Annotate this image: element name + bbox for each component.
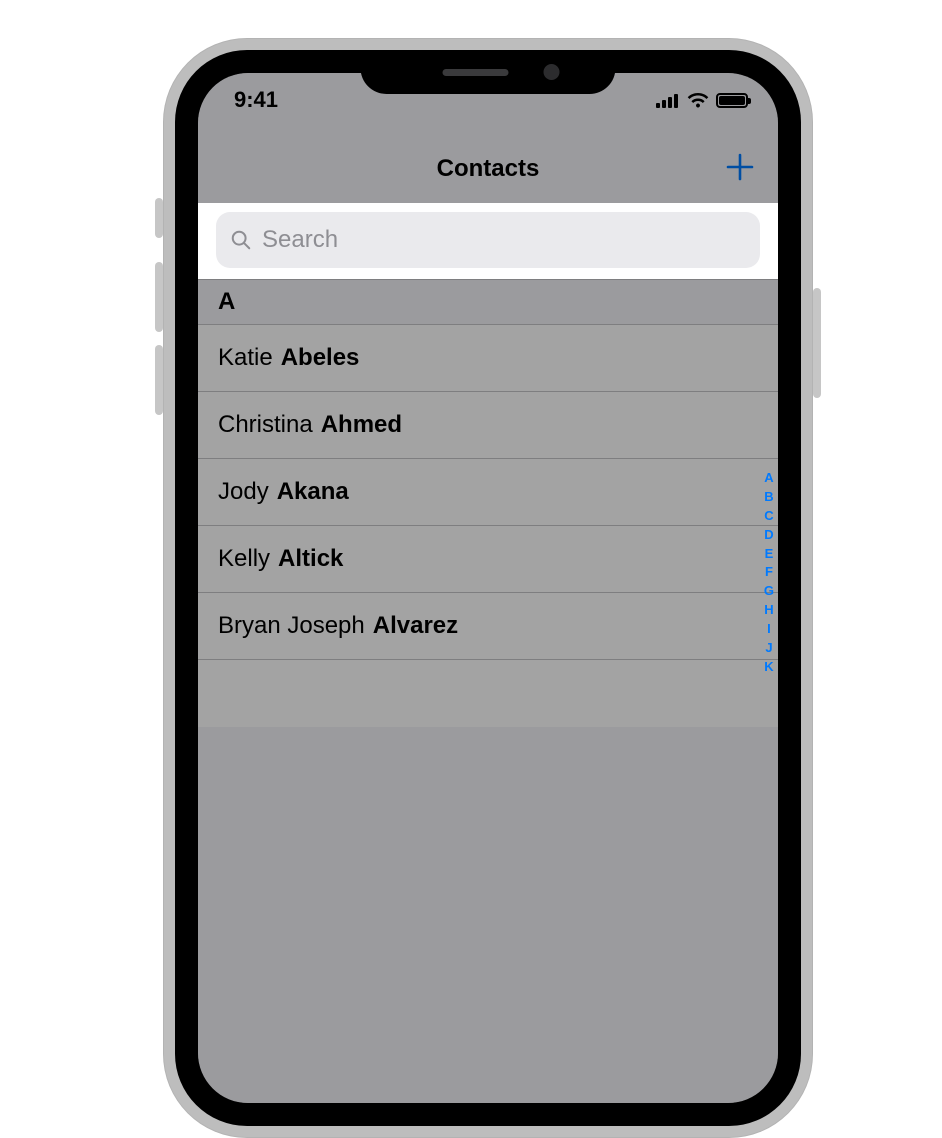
contact-first: Jody xyxy=(218,478,269,506)
power-button xyxy=(813,288,821,398)
nav-title: Contacts xyxy=(437,155,540,183)
plus-icon xyxy=(725,152,755,182)
index-letter[interactable]: G xyxy=(764,583,774,600)
volume-down-button xyxy=(155,345,163,415)
contact-first: Kelly xyxy=(218,545,270,573)
index-letter[interactable]: H xyxy=(764,602,773,619)
front-camera xyxy=(544,64,560,80)
screen: 9:41 Contacts xyxy=(198,73,778,1103)
index-letter[interactable]: C xyxy=(764,508,773,525)
status-time: 9:41 xyxy=(234,87,278,113)
cellular-signal-icon xyxy=(656,92,680,108)
phone-bezel: 9:41 Contacts xyxy=(175,50,801,1126)
wifi-icon xyxy=(687,92,709,108)
list-item[interactable]: Jody Akana xyxy=(198,459,778,526)
phone-frame: 9:41 Contacts xyxy=(163,38,813,1138)
search-icon xyxy=(230,229,252,251)
index-letter[interactable]: I xyxy=(767,621,771,638)
contact-last: Akana xyxy=(277,478,349,506)
speaker-grille xyxy=(442,69,508,76)
index-letter[interactable]: B xyxy=(764,489,773,506)
contact-last: Altick xyxy=(278,545,343,573)
list-item[interactable]: Kelly Altick xyxy=(198,526,778,593)
index-letter[interactable]: E xyxy=(765,546,774,563)
list-item[interactable]: Christina Ahmed xyxy=(198,392,778,459)
contact-list[interactable]: A Katie Abeles Christina Ahmed Jody Akan… xyxy=(198,279,778,1103)
add-contact-button[interactable] xyxy=(722,149,758,185)
contact-first: Katie xyxy=(218,344,273,372)
volume-up-button xyxy=(155,262,163,332)
list-item[interactable]: Katie Abeles xyxy=(198,325,778,392)
contact-first: Christina xyxy=(218,411,313,439)
contact-first: Bryan Joseph xyxy=(218,612,365,640)
index-letter[interactable]: D xyxy=(764,527,773,544)
notch xyxy=(361,50,616,94)
index-letter[interactable]: J xyxy=(765,640,772,657)
index-letter[interactable]: K xyxy=(764,659,773,676)
contact-last: Ahmed xyxy=(321,411,402,439)
list-item[interactable]: Bryan Joseph Alvarez xyxy=(198,593,778,660)
search-input[interactable] xyxy=(262,226,746,254)
index-letter[interactable]: F xyxy=(765,564,773,581)
index-letter[interactable]: A xyxy=(764,470,773,487)
contact-last: Alvarez xyxy=(373,612,458,640)
section-header: A xyxy=(198,279,778,325)
list-item[interactable]: . xyxy=(198,660,778,727)
battery-icon xyxy=(716,93,748,108)
nav-bar: Contacts xyxy=(198,137,778,201)
search-bar[interactable] xyxy=(216,212,760,268)
ringer-switch xyxy=(155,198,163,238)
contact-last: Abeles xyxy=(281,344,360,372)
section-index[interactable]: A B C D E F G H I J K xyxy=(764,470,774,676)
